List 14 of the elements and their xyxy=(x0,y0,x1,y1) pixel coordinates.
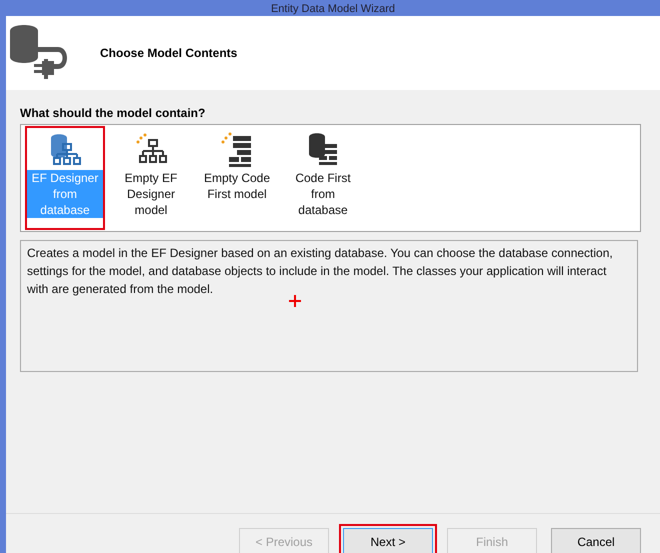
option-label: EF Designer from database xyxy=(27,170,103,218)
description-text: Creates a model in the EF Designer based on an existing database. You can choose the database connection, settings for the model, and database objects to include in the model. The classes your application will interact with are generated from the model. xyxy=(27,246,613,296)
option-label: Empty Code First model xyxy=(202,170,272,202)
option-label: Code First from database xyxy=(294,170,352,218)
model-option[interactable]: Code First from database xyxy=(283,126,363,230)
wizard-button[interactable]: Cancel xyxy=(551,528,641,553)
model-option[interactable]: Empty EF Designer model xyxy=(111,126,191,230)
wizard-button[interactable]: Next > xyxy=(343,528,433,553)
page-title: Choose Model Contents xyxy=(100,46,238,60)
window-title: Entity Data Model Wizard xyxy=(270,2,396,16)
prompt-label: What should the model contain? xyxy=(20,106,206,120)
model-option[interactable]: Empty Code First model xyxy=(197,126,277,230)
option-label: Empty EF Designer model xyxy=(124,170,178,218)
crosshair-cursor-icon xyxy=(289,295,301,307)
